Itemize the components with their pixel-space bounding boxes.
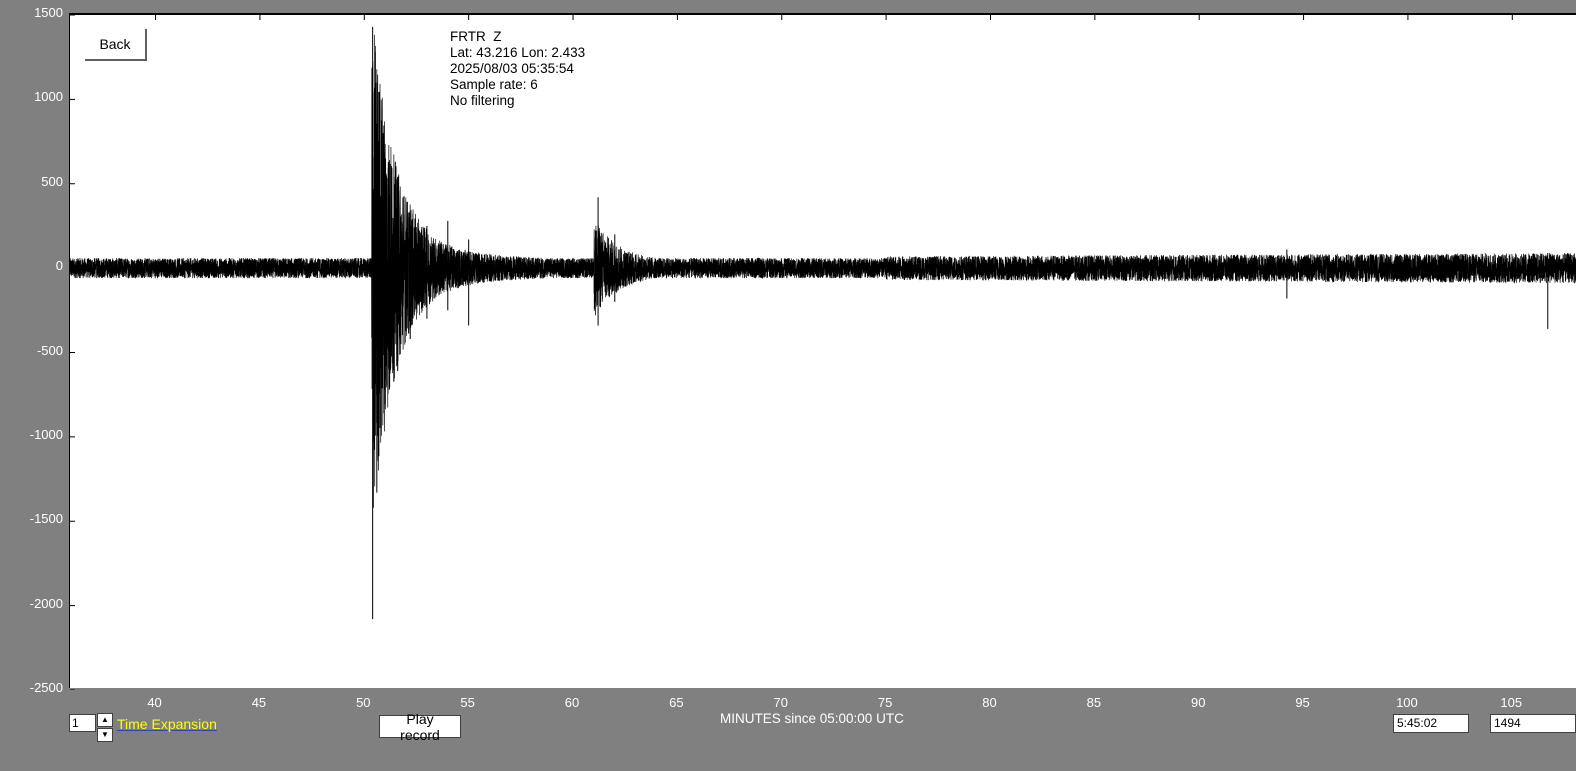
time-expansion-label[interactable]: Time Expansion	[117, 716, 217, 732]
seismogram-trace	[70, 15, 1576, 690]
time-display: 5:45:02	[1393, 714, 1469, 733]
x-tick-label: 90	[1190, 695, 1206, 710]
y-tick-label: 500	[41, 173, 63, 189]
x-axis-title: MINUTES since 05:00:00 UTC	[720, 711, 904, 726]
y-tick-label: -1000	[29, 426, 63, 442]
y-tick-label: -2000	[29, 595, 63, 611]
time-expansion-input[interactable]	[69, 714, 96, 732]
seismic-trace-line	[70, 34, 1576, 508]
x-tick-label: 80	[982, 695, 997, 710]
count-display: 1494	[1490, 714, 1576, 733]
play-record-button[interactable]: Play record	[379, 711, 461, 743]
spin-up-button[interactable]: ▲	[97, 713, 113, 727]
seismogram-plot-area	[69, 13, 1576, 690]
x-tick-label: 95	[1295, 695, 1310, 710]
record-datetime: 2025/08/03 05:35:54	[450, 61, 574, 76]
x-tick-label: 65	[669, 695, 684, 710]
y-tick-label: 0	[55, 258, 63, 274]
triangle-up-icon: ▲	[101, 715, 109, 724]
station-name: FRTR Z	[450, 29, 502, 44]
y-tick-label: 1500	[34, 5, 63, 20]
sample-rate: Sample rate: 6	[450, 77, 538, 92]
x-tick-label: 85	[1086, 695, 1102, 710]
y-tick-label: 1000	[34, 89, 63, 105]
y-tick-label: -2500	[29, 680, 63, 695]
x-tick-label: 45	[251, 695, 267, 710]
y-tick-label: -500	[36, 342, 63, 358]
back-button[interactable]: Back	[85, 29, 147, 61]
x-tick-label: 75	[877, 695, 893, 710]
triangle-down-icon: ▼	[101, 730, 109, 739]
x-tick-label: 105	[1500, 695, 1523, 710]
x-tick-label: 55	[460, 695, 475, 710]
filter-status: No filtering	[450, 93, 515, 108]
x-tick-label: 60	[564, 695, 580, 710]
x-tick-label: 50	[356, 695, 371, 710]
x-tick-label: 70	[773, 695, 788, 710]
y-tick-label: -1500	[29, 511, 63, 527]
x-tick-label: 40	[147, 695, 162, 710]
x-tick-label: 100	[1396, 695, 1418, 710]
station-location: Lat: 43.216 Lon: 2.433	[450, 45, 586, 60]
spin-down-button[interactable]: ▼	[97, 728, 113, 742]
